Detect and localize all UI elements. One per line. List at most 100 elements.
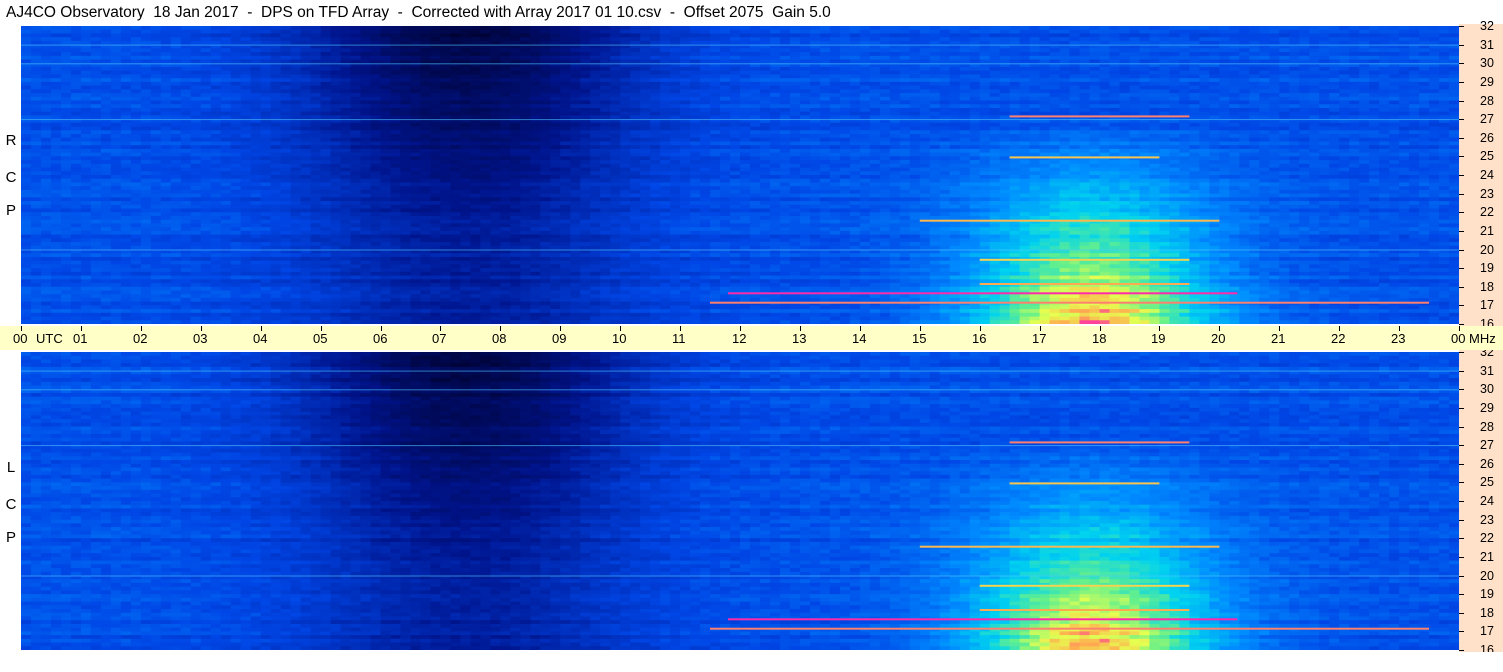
heatmap-cell <box>600 59 611 64</box>
heatmap-cell <box>120 29 132 35</box>
heatmap-cell <box>280 66 292 72</box>
heatmap-cell <box>100 141 112 146</box>
heatmap-cell <box>909 66 921 72</box>
heatmap-cell <box>40 74 52 79</box>
heatmap-cell <box>859 37 871 42</box>
heatmap-cell <box>380 115 392 120</box>
heatmap-cell <box>280 78 292 83</box>
heatmap-cell <box>1129 81 1141 87</box>
heatmap-cell <box>1049 55 1061 61</box>
heatmap-cell <box>630 66 641 72</box>
heatmap-cell <box>310 59 322 64</box>
heatmap-cell <box>240 33 252 38</box>
heatmap-cell <box>1039 104 1051 109</box>
heatmap-cell <box>180 33 192 38</box>
heatmap-cell <box>610 100 621 105</box>
heatmap-cell <box>809 66 821 72</box>
heatmap-cell <box>899 104 911 109</box>
heatmap-cell <box>769 104 781 109</box>
heatmap-cell <box>650 74 661 79</box>
heatmap-cell <box>560 96 571 102</box>
heatmap-cell <box>1279 74 1290 79</box>
heatmap-cell <box>550 52 561 57</box>
heatmap-cell <box>550 122 561 128</box>
heatmap-cell <box>1129 100 1141 105</box>
heatmap-cell <box>370 66 382 72</box>
heatmap-cell <box>140 78 152 83</box>
heatmap-cell <box>190 104 202 109</box>
heatmap-cell <box>1159 134 1171 139</box>
heatmap-cell <box>1309 40 1320 46</box>
heatmap-cell <box>779 104 791 109</box>
heatmap-cell <box>1169 89 1180 94</box>
heatmap-cell <box>110 48 122 53</box>
heatmap-cell <box>1419 70 1430 76</box>
heatmap-cell <box>899 141 911 146</box>
heatmap-cell <box>789 59 801 64</box>
heatmap-cell <box>110 40 122 46</box>
heatmap-cell <box>200 122 212 128</box>
heatmap-cell <box>949 74 961 79</box>
heatmap-cell <box>520 66 531 72</box>
heatmap-cell <box>1219 115 1230 120</box>
heatmap-cell <box>80 100 92 105</box>
heatmap-cell <box>330 78 342 83</box>
heatmap-cell <box>60 55 72 61</box>
heatmap-cell <box>640 93 651 98</box>
heatmap-cell <box>959 141 971 146</box>
heatmap-cell <box>1149 104 1161 109</box>
heatmap-cell <box>180 81 192 87</box>
heatmap-cell <box>260 107 272 113</box>
heatmap-cell <box>180 66 192 72</box>
heatmap-cell <box>220 52 232 57</box>
heatmap-cell <box>1349 85 1360 90</box>
heatmap-cell <box>570 104 581 109</box>
heatmap-cell <box>140 29 152 35</box>
heatmap-cell <box>949 130 961 135</box>
heatmap-cell <box>869 93 881 98</box>
heatmap-cell <box>220 126 232 131</box>
heatmap-cell <box>270 93 282 98</box>
heatmap-cell <box>670 130 681 135</box>
heatmap-cell <box>839 37 851 42</box>
heatmap-cell <box>680 81 691 87</box>
heatmap-cell <box>400 29 412 35</box>
heatmap-cell <box>240 100 252 105</box>
heatmap-cell <box>1119 96 1131 102</box>
heatmap-cell <box>1299 66 1310 72</box>
heatmap-cell <box>410 33 422 38</box>
heatmap-cell <box>260 40 272 46</box>
heatmap-cell <box>30 26 42 31</box>
heatmap-cell <box>440 74 452 79</box>
heatmap-cell <box>30 74 42 79</box>
heatmap-cell <box>500 26 511 31</box>
heatmap-cell <box>220 137 232 143</box>
heatmap-cell <box>290 74 302 79</box>
heatmap-cell <box>240 137 252 143</box>
heatmap-cell <box>1359 66 1370 72</box>
heatmap-cell <box>849 122 861 128</box>
heatmap-cell <box>1019 40 1031 46</box>
heatmap-cell <box>1269 126 1280 131</box>
heatmap-cell <box>480 55 491 61</box>
heatmap-cell <box>490 111 501 116</box>
heatmap-cell <box>110 104 122 109</box>
heatmap-cell <box>100 26 112 31</box>
heatmap-cell <box>370 37 382 42</box>
heatmap-cell <box>350 126 362 131</box>
heatmap-cell <box>1209 81 1220 87</box>
heatmap-cell <box>400 137 412 143</box>
heatmap-cell <box>779 126 791 131</box>
heatmap-cell <box>839 33 851 38</box>
heatmap-cell <box>150 81 162 87</box>
heatmap-cell <box>270 104 282 109</box>
heatmap-cell <box>1219 134 1230 139</box>
heatmap-cell <box>590 89 601 94</box>
heatmap-cell <box>140 66 152 72</box>
heatmap-cell <box>60 145 72 150</box>
heatmap-cell <box>779 74 791 79</box>
heatmap-cell <box>40 37 52 42</box>
heatmap-cell <box>1159 74 1171 79</box>
heatmap-cell <box>370 48 382 53</box>
heatmap-cell <box>779 85 791 90</box>
